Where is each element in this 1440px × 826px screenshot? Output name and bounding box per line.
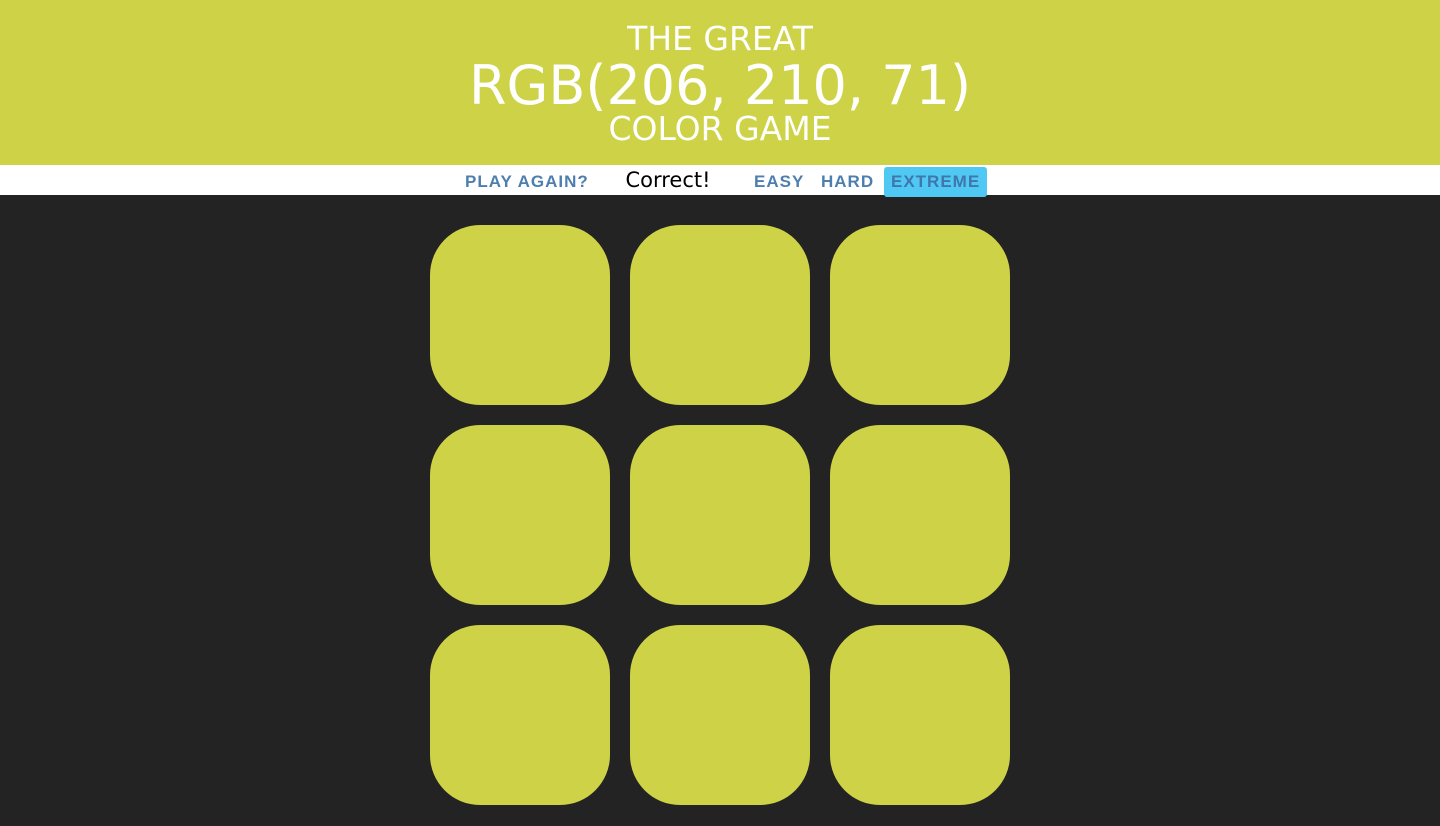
mode-extreme-button[interactable]: EXTREME	[884, 167, 988, 197]
control-stripe: PLAY AGAIN? Correct! EASY HARD EXTREME	[0, 165, 1440, 197]
color-square[interactable]	[430, 225, 610, 405]
title-bottom-line: COLOR GAME	[608, 109, 832, 148]
color-square[interactable]	[830, 225, 1010, 405]
play-again-button[interactable]: PLAY AGAIN?	[458, 167, 596, 197]
color-square[interactable]	[630, 625, 810, 805]
color-square[interactable]	[630, 425, 810, 605]
color-square[interactable]	[430, 425, 610, 605]
title-top-line: THE GREAT	[627, 19, 813, 58]
color-square[interactable]	[430, 625, 610, 805]
result-message: Correct!	[625, 168, 711, 192]
color-square[interactable]	[630, 225, 810, 405]
mode-hard-button[interactable]: HARD	[814, 167, 881, 197]
mode-easy-button[interactable]: EASY	[747, 167, 811, 197]
color-squares-grid	[430, 225, 1010, 805]
color-square[interactable]	[830, 425, 1010, 605]
color-square[interactable]	[830, 625, 1010, 805]
header: THE GREAT RGB(206, 210, 71) COLOR GAME	[0, 0, 1440, 165]
